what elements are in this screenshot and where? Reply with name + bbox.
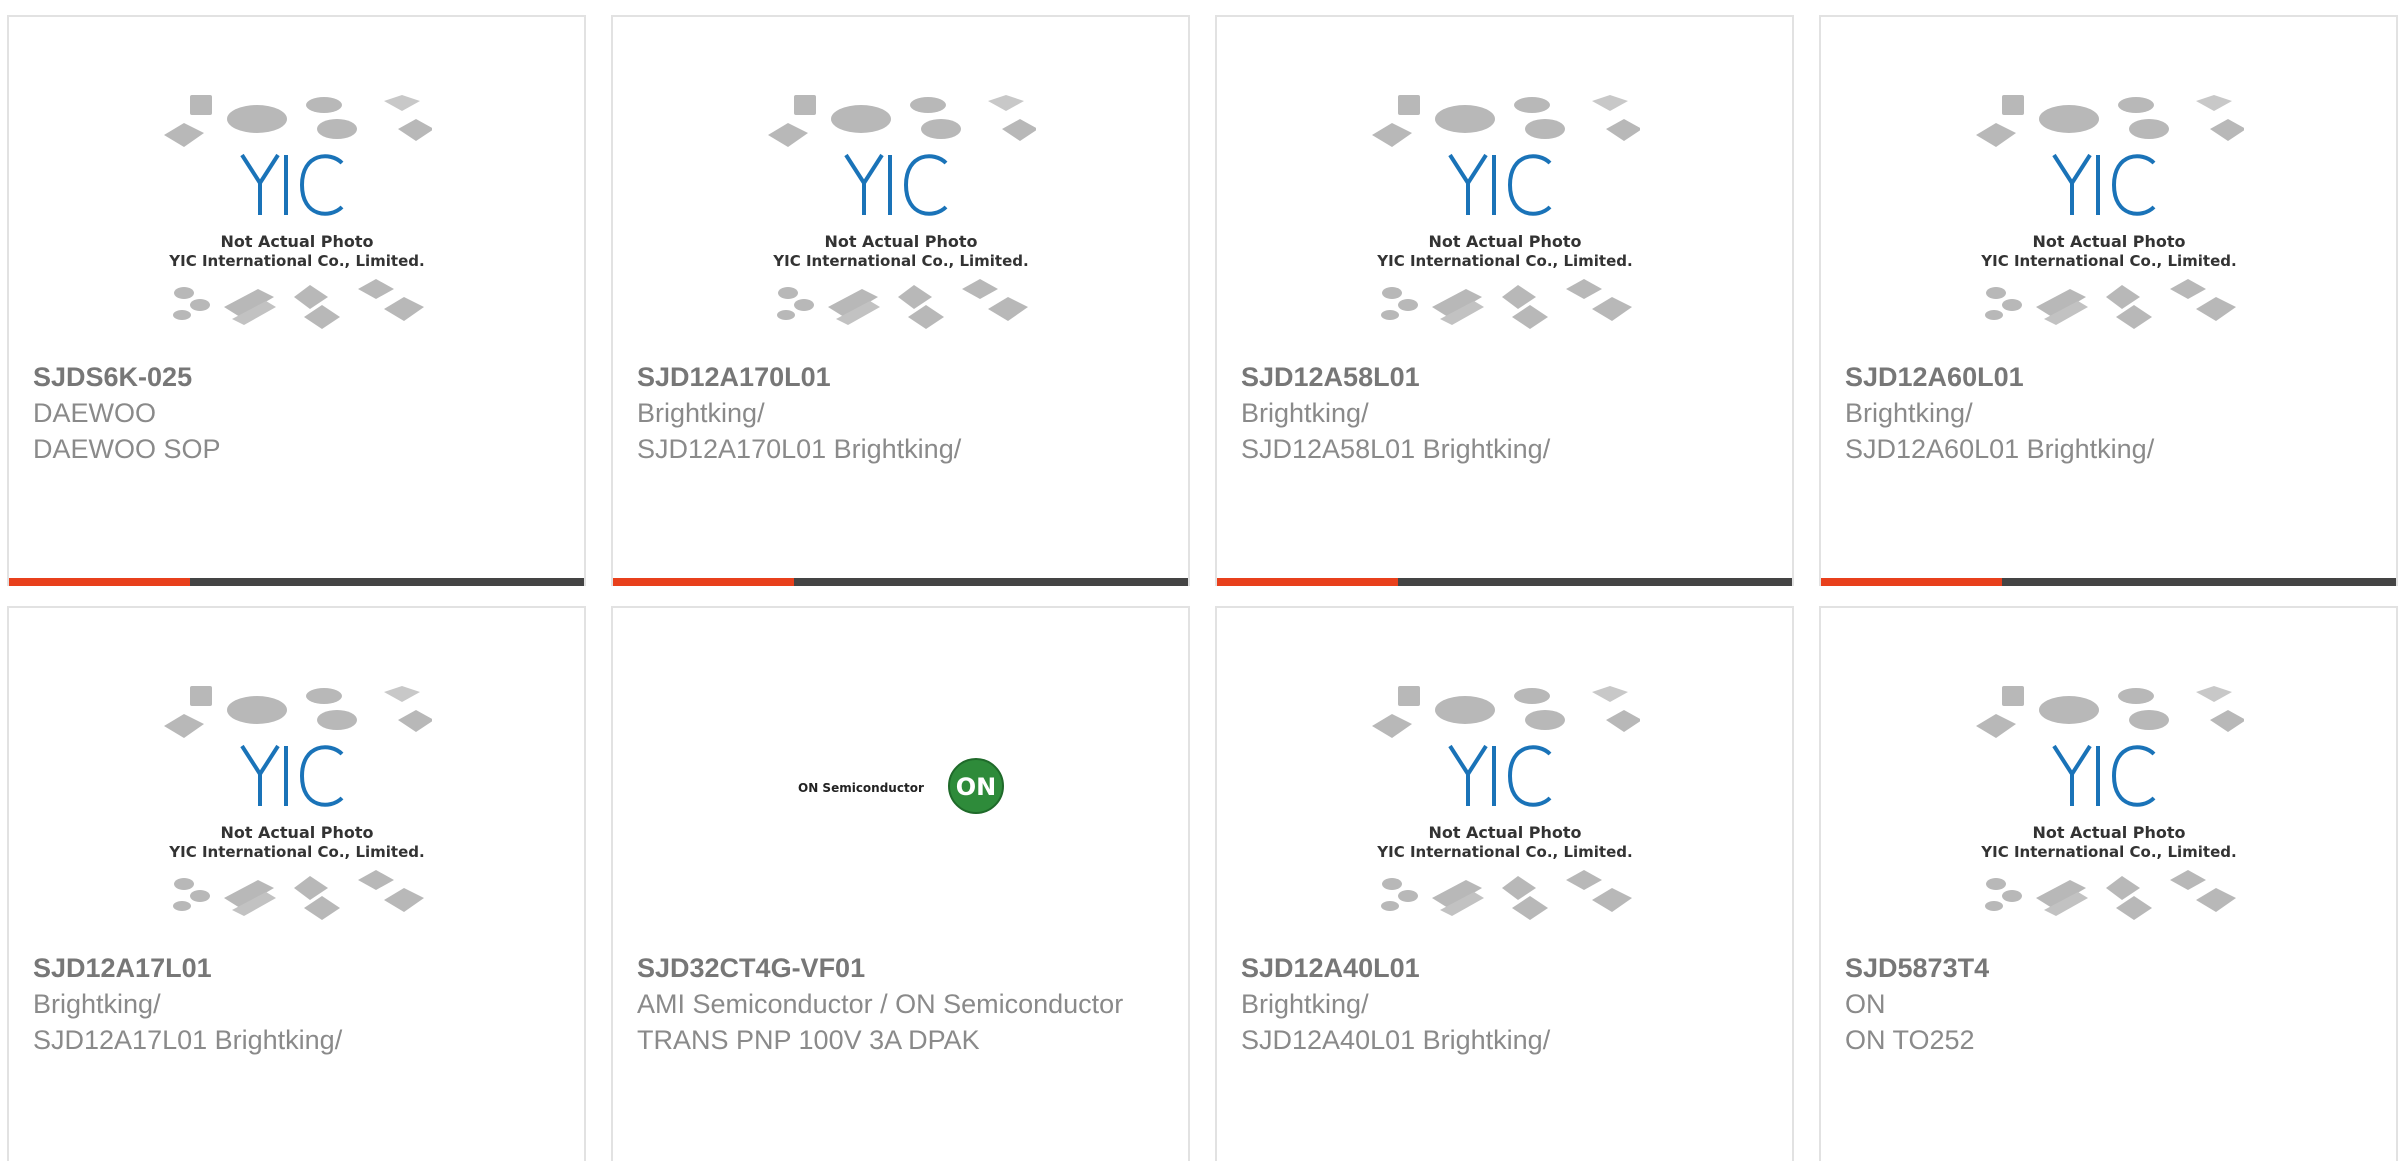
- product-part-number[interactable]: SJD32CT4G-VF01: [637, 950, 1172, 986]
- product-manufacturer: AMI Semiconductor / ON Semiconductor: [637, 989, 1124, 1019]
- product-card[interactable]: Not Actual Photo YIC International Co., …: [1215, 606, 1794, 1161]
- product-grid: Not Actual Photo YIC International Co., …: [7, 15, 2398, 1161]
- product-description: SJD12A40L01 Brightking/: [1241, 1025, 1551, 1055]
- yic-placeholder-icon: Not Actual Photo YIC International Co., …: [163, 686, 432, 920]
- product-image-placeholder: Not Actual Photo YIC International Co., …: [1974, 93, 2244, 329]
- svg-text:YIC International Co., Limited: YIC International Co., Limited.: [1376, 252, 1632, 270]
- manufacturer-logo-image: ON Semiconductor ON: [796, 756, 1006, 816]
- svg-text:YIC International Co., Limited: YIC International Co., Limited.: [1980, 252, 2236, 270]
- svg-text:YIC International Co., Limited: YIC International Co., Limited.: [168, 843, 424, 861]
- product-part-number[interactable]: SJD12A40L01: [1241, 950, 1776, 986]
- product-manufacturer: Brightking/: [637, 398, 765, 428]
- product-info: SJD12A17L01 Brightking/ SJD12A17L01 Brig…: [33, 950, 568, 1058]
- product-card[interactable]: Not Actual Photo YIC International Co., …: [1819, 606, 2398, 1161]
- product-image-placeholder: Not Actual Photo YIC International Co., …: [1370, 684, 1640, 920]
- product-manufacturer: Brightking/: [1241, 398, 1369, 428]
- svg-text:Not Actual Photo: Not Actual Photo: [2032, 823, 2185, 842]
- yic-placeholder-icon: Not Actual Photo YIC International Co., …: [1975, 686, 2244, 920]
- svg-text:Not Actual Photo: Not Actual Photo: [824, 232, 977, 251]
- product-image-placeholder: Not Actual Photo YIC International Co., …: [1974, 684, 2244, 920]
- card-accent-bar: [9, 578, 584, 586]
- svg-text:YIC International Co., Limited: YIC International Co., Limited.: [1376, 843, 1632, 861]
- product-image-placeholder: Not Actual Photo YIC International Co., …: [1370, 93, 1640, 329]
- svg-text:Not Actual Photo: Not Actual Photo: [2032, 232, 2185, 251]
- product-card[interactable]: ON Semiconductor ON SJD32CT4G-VF01 AMI S…: [611, 606, 1190, 1161]
- yic-placeholder-icon: Not Actual Photo YIC International Co., …: [1371, 686, 1640, 920]
- product-info: SJD12A58L01 Brightking/ SJD12A58L01 Brig…: [1241, 359, 1776, 467]
- product-part-number[interactable]: SJD5873T4: [1845, 950, 2380, 986]
- product-part-number[interactable]: SJD12A17L01: [33, 950, 568, 986]
- product-manufacturer: ON: [1845, 989, 1886, 1019]
- product-part-number[interactable]: SJD12A170L01: [637, 359, 1172, 395]
- product-info: SJD12A40L01 Brightking/ SJD12A40L01 Brig…: [1241, 950, 1776, 1058]
- on-semiconductor-logo-icon: ON Semiconductor ON: [798, 758, 1004, 814]
- product-description: SJD12A170L01 Brightking/: [637, 434, 962, 464]
- yic-placeholder-icon: Not Actual Photo YIC International Co., …: [767, 95, 1036, 329]
- svg-text:Not Actual Photo: Not Actual Photo: [220, 232, 373, 251]
- yic-placeholder-icon: Not Actual Photo YIC International Co., …: [163, 95, 432, 329]
- product-manufacturer: Brightking/: [1845, 398, 1973, 428]
- product-card[interactable]: Not Actual Photo YIC International Co., …: [1215, 15, 1794, 586]
- product-card[interactable]: Not Actual Photo YIC International Co., …: [611, 15, 1190, 586]
- svg-text:Not Actual Photo: Not Actual Photo: [1428, 232, 1581, 251]
- product-manufacturer: Brightking/: [33, 989, 161, 1019]
- product-description: SJD12A58L01 Brightking/: [1241, 434, 1551, 464]
- product-card[interactable]: Not Actual Photo YIC International Co., …: [1819, 15, 2398, 586]
- product-part-number[interactable]: SJD12A58L01: [1241, 359, 1776, 395]
- product-image-placeholder: Not Actual Photo YIC International Co., …: [162, 93, 432, 329]
- yic-placeholder-icon: Not Actual Photo YIC International Co., …: [1975, 95, 2244, 329]
- svg-text:ON: ON: [955, 773, 996, 801]
- svg-text:YIC International Co., Limited: YIC International Co., Limited.: [772, 252, 1028, 270]
- product-card[interactable]: Not Actual Photo YIC International Co., …: [7, 15, 586, 586]
- svg-text:YIC International Co., Limited: YIC International Co., Limited.: [168, 252, 424, 270]
- yic-placeholder-icon: Not Actual Photo YIC International Co., …: [1371, 95, 1640, 329]
- product-image-placeholder: Not Actual Photo YIC International Co., …: [766, 93, 1036, 329]
- product-manufacturer: Brightking/: [1241, 989, 1369, 1019]
- product-description: ON TO252: [1845, 1025, 1975, 1055]
- product-info: SJD12A60L01 Brightking/ SJD12A60L01 Brig…: [1845, 359, 2380, 467]
- svg-text:ON Semiconductor: ON Semiconductor: [798, 781, 924, 795]
- product-info: SJD5873T4 ON ON TO252: [1845, 950, 2380, 1058]
- card-accent-bar: [1821, 578, 2396, 586]
- product-description: TRANS PNP 100V 3A DPAK: [637, 1025, 980, 1055]
- product-info: SJD12A170L01 Brightking/ SJD12A170L01 Br…: [637, 359, 1172, 467]
- svg-text:Not Actual Photo: Not Actual Photo: [1428, 823, 1581, 842]
- product-description: SJD12A17L01 Brightking/: [33, 1025, 343, 1055]
- card-accent-bar: [1217, 578, 1792, 586]
- product-description: DAEWOO SOP: [33, 434, 221, 464]
- product-manufacturer: DAEWOO: [33, 398, 157, 428]
- product-part-number[interactable]: SJD12A60L01: [1845, 359, 2380, 395]
- product-card[interactable]: Not Actual Photo YIC International Co., …: [7, 606, 586, 1161]
- product-image-placeholder: Not Actual Photo YIC International Co., …: [162, 684, 432, 920]
- svg-text:Not Actual Photo: Not Actual Photo: [220, 823, 373, 842]
- card-accent-bar: [613, 578, 1188, 586]
- svg-text:YIC International Co., Limited: YIC International Co., Limited.: [1980, 843, 2236, 861]
- product-description: SJD12A60L01 Brightking/: [1845, 434, 2155, 464]
- product-part-number[interactable]: SJDS6K-025: [33, 359, 568, 395]
- product-info: SJDS6K-025 DAEWOO DAEWOO SOP: [33, 359, 568, 467]
- product-info: SJD32CT4G-VF01 AMI Semiconductor / ON Se…: [637, 950, 1172, 1058]
